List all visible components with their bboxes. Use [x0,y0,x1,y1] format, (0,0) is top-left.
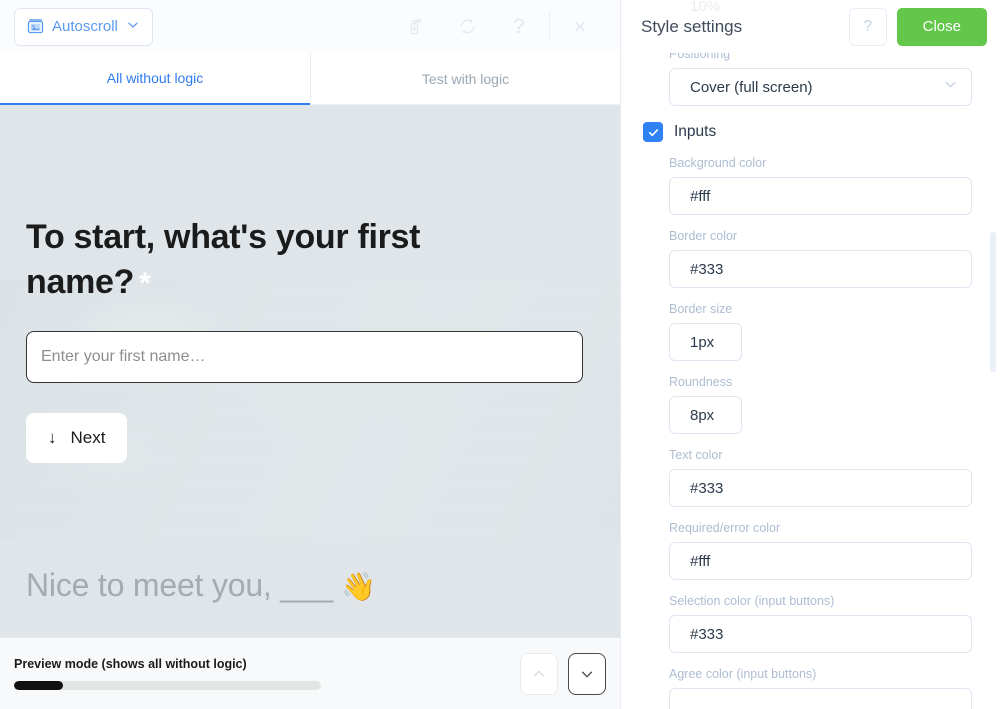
field-positioning-select[interactable] [669,68,972,106]
field-background-color: Background color [669,156,972,215]
nav-previous-button[interactable] [520,652,558,695]
spray-bottle-icon[interactable] [398,10,432,44]
preview-toolbar: Autoscroll ? × [0,0,620,53]
field-border-color-label: Border color [669,229,738,243]
field-roundness: Roundness [669,375,972,434]
field-selection-color-input[interactable] [669,615,972,653]
field-required-error-color-label: Required/error color [669,521,781,535]
field-border-size: Border size [669,302,972,361]
form-progress-bar[interactable] [14,681,321,690]
next-button-label: Next [70,427,106,447]
next-question-preview: Nice to meet you, ___ 👋 [26,567,376,604]
settings-close-label: Close [922,18,961,35]
inputs-group-toggle[interactable]: Inputs [643,122,972,142]
style-settings-pane: Opacity Positioning [620,0,1000,709]
field-positioning-select-wrap [669,68,972,106]
help-icon[interactable]: ? [502,10,536,44]
field-text-color-input[interactable] [669,469,972,507]
down-arrow-icon: ↓ [48,427,57,447]
tab-all-without-logic-label: All without logic [106,70,204,86]
form-content: To start, what's your first name?* ↓ Nex… [0,105,620,463]
field-text-color-label: Text color [669,448,723,462]
autoscroll-label: Autoscroll [52,18,118,35]
inputs-checkbox[interactable] [643,122,663,142]
field-border-size-input[interactable] [669,323,742,361]
field-border-color-input[interactable] [669,250,972,288]
settings-close-button[interactable]: Close [896,7,987,46]
form-progress-fill [14,681,64,690]
field-text-color: Text color [669,448,972,507]
field-agree-color-input[interactable] [669,688,972,709]
chevron-down-icon [126,18,140,36]
field-border-size-label: Border size [669,302,733,316]
help-icon-glyph: ? [513,14,525,38]
next-question-text: Nice to meet you, ___ [26,567,334,603]
tab-test-with-logic[interactable]: Test with logic [310,53,620,105]
field-selection-color-label: Selection color (input buttons) [669,594,835,608]
first-name-input[interactable] [26,330,583,383]
field-roundness-label: Roundness [669,375,733,389]
autoscroll-dropdown[interactable]: Autoscroll [14,7,153,46]
question-nav-buttons [520,652,606,695]
field-required-error-color: Required/error color [669,521,972,580]
toolbar-divider [549,11,550,42]
form-preview-pane: Autoscroll ? × All without logic Test wi… [0,0,620,709]
nav-next-button[interactable] [568,652,606,695]
form-canvas: To start, what's your first name?* ↓ Nex… [0,105,620,637]
check-icon [648,128,658,136]
question-text: To start, what's your first name? [26,218,421,301]
settings-title: Style settings [641,16,743,36]
chevron-down-icon [581,671,593,678]
settings-scroll-area[interactable]: Opacity Positioning [621,0,1000,709]
settings-field-list: Positioning Inputs [643,39,972,709]
settings-help-button[interactable]: ? [848,7,887,46]
required-asterisk: * [139,266,151,300]
inputs-group-label: Inputs [674,123,717,140]
field-background-color-label: Background color [669,156,767,170]
preview-tabs: All without logic Test with logic [0,53,620,105]
app-root: Autoscroll ? × All without logic Test wi… [0,0,1000,709]
question-title: To start, what's your first name? * [26,215,526,305]
field-required-error-color-input[interactable] [669,542,972,580]
question-mark-icon: ? [863,17,873,35]
chevron-up-icon [533,669,545,676]
waving-hand-icon: 👋 [341,571,376,602]
close-preview-icon[interactable]: × [563,10,597,44]
next-button[interactable]: ↓ Next [26,412,128,463]
tab-test-with-logic-label: Test with logic [421,70,510,87]
close-icon-glyph: × [573,13,587,39]
field-positioning: Positioning [669,47,972,106]
preview-mode-label: Preview mode (shows all without logic) [14,657,247,671]
status-left: Preview mode (shows all without logic) [14,657,520,690]
slide-image-icon [27,18,44,35]
settings-scrollbar-thumb[interactable] [990,232,996,372]
field-agree-color-label: Agree color (input buttons) [669,667,817,681]
field-background-color-input[interactable] [669,177,972,215]
refresh-icon[interactable] [450,10,484,44]
settings-header: Style settings ? Close [621,0,1000,53]
field-selection-color: Selection color (input buttons) [669,594,972,653]
preview-status-bar: Preview mode (shows all without logic) [0,637,620,709]
field-agree-color: Agree color (input buttons) [669,667,972,709]
field-border-color: Border color [669,229,972,288]
tab-all-without-logic[interactable]: All without logic [0,53,310,105]
field-roundness-input[interactable] [669,396,742,434]
